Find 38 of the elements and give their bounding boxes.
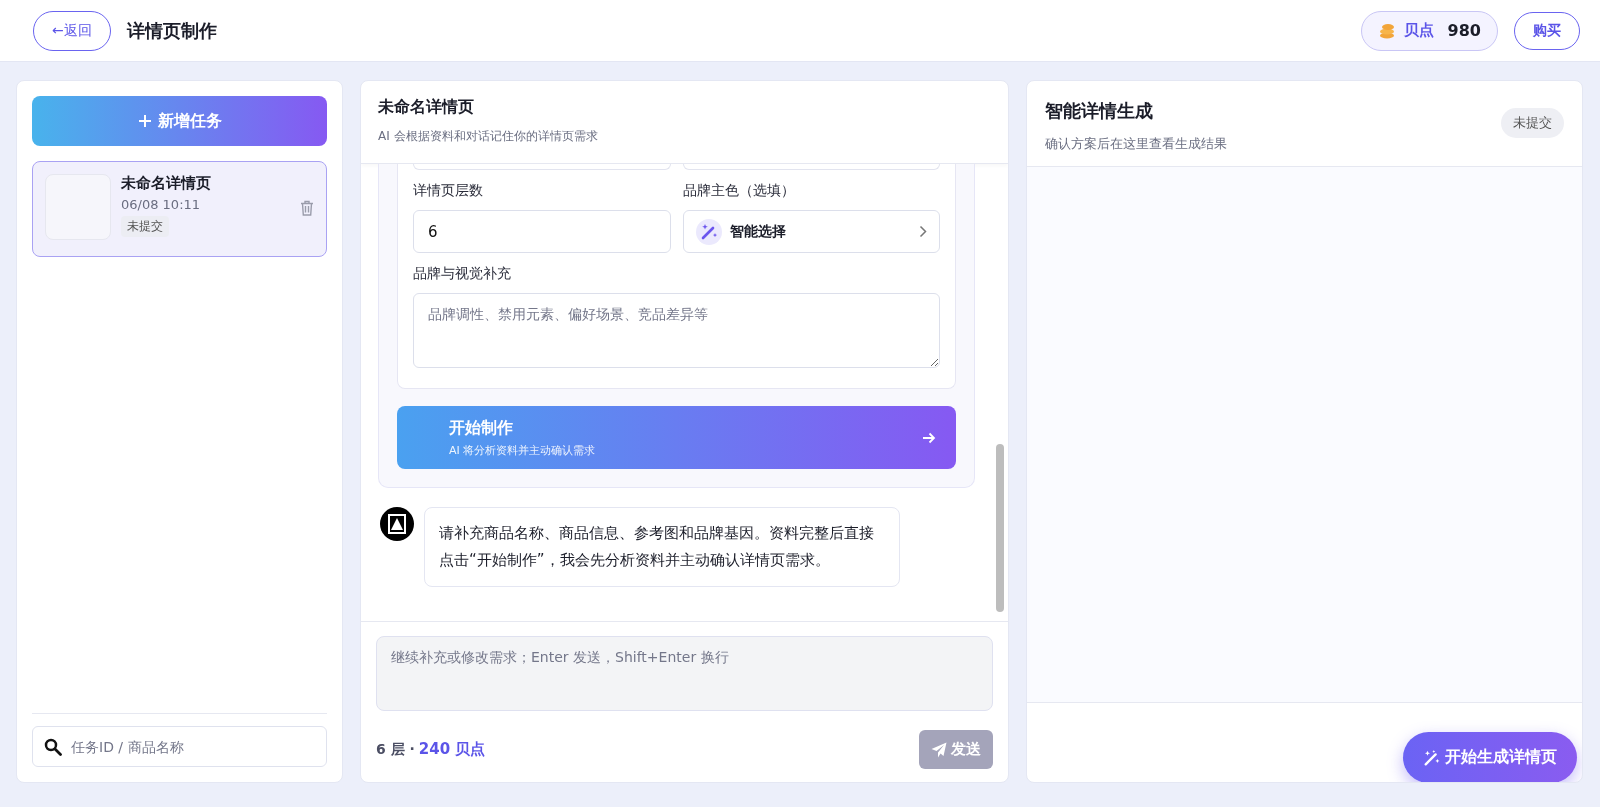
new-task-button[interactable]: 新增任务 (32, 96, 327, 146)
points-cost: 240 贝点 (418, 740, 486, 759)
back-button[interactable]: ←返回 (33, 10, 111, 51)
chat-title: 未命名详情页 (378, 97, 475, 118)
magic-wand-icon (695, 218, 722, 245)
layers-input[interactable]: 6 (413, 210, 671, 253)
plus-icon (137, 114, 152, 128)
brand-notes-field[interactable]: 品牌调性、禁用元素、偏好场景、竞品差异等 (413, 293, 940, 368)
color-select[interactable]: 智能选择 (682, 210, 940, 253)
layer-count: 6 层 · (376, 740, 415, 759)
task-card[interactable]: 未命名详情页 06/08 10:11 未提交 (32, 161, 327, 257)
coins-icon (1377, 22, 1396, 39)
page-title: 详情页制作 (126, 18, 217, 43)
result-subtitle: 确认方案后在这里查看生成结果 (1045, 135, 1227, 153)
message-input[interactable]: 继续补充或修改需求；Enter 发送，Shift+Enter 换行 (376, 636, 993, 711)
field-label: 详情页层数 (413, 182, 484, 200)
status-tag: 未提交 (121, 216, 169, 237)
field-label: 品牌与视觉补充 (413, 265, 512, 283)
points-value: 980 (1447, 21, 1481, 40)
status-tag: 未提交 (1501, 108, 1564, 138)
arrow-right-icon (922, 431, 936, 444)
task-title: 未命名详情页 (121, 174, 211, 193)
field-label: 品牌主色（选填） (682, 182, 796, 200)
task-time: 06/08 10:11 (121, 197, 201, 212)
chat-subtitle: AI 会根据资料和对话记住你的详情页需求 (378, 128, 599, 145)
chevron-right-icon (919, 225, 927, 238)
start-button[interactable]: 开始制作 AI 将分析资料并主动确认需求 (397, 406, 956, 469)
buy-button[interactable]: 购买 (1514, 11, 1580, 50)
points-label: 贝点 (1403, 21, 1434, 40)
trash-icon[interactable] (300, 200, 314, 216)
search-field[interactable]: 任务ID / 商品名称 (32, 726, 327, 767)
paper-plane-icon (931, 741, 947, 758)
scrollbar[interactable] (996, 444, 1004, 612)
result-title: 智能详情生成 (1045, 99, 1154, 123)
generate-button[interactable]: 开始生成详情页 (1403, 732, 1577, 782)
assistant-message: 请补充商品名称、商品信息、参考图和品牌基因。资料完整后直接点击“开始制作”，我会先分析资料并主动确认详情页需求。 (424, 507, 900, 587)
assistant-avatar-icon (380, 507, 414, 541)
magic-wand-icon (1423, 748, 1441, 767)
